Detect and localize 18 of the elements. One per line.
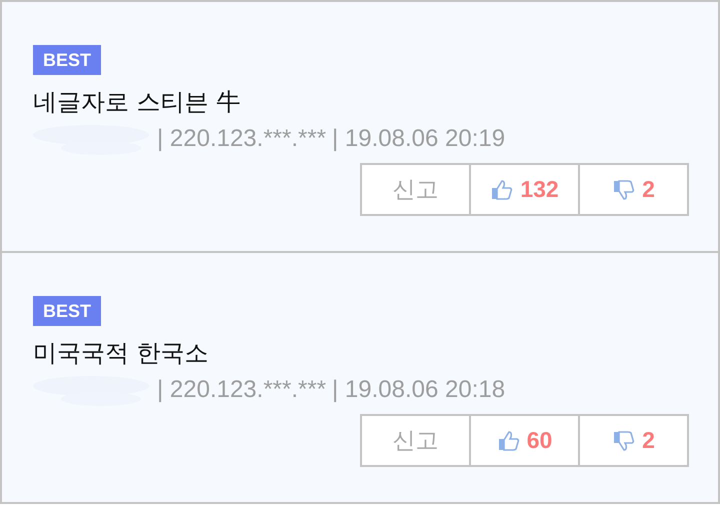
thumbs-up-icon <box>490 178 514 202</box>
timestamp: | 19.08.06 20:18 <box>332 376 506 404</box>
thumbs-down-icon <box>612 178 636 202</box>
like-button[interactable]: 60 <box>469 414 580 467</box>
comment-text: 미국국적 한국소 <box>33 338 210 368</box>
ip-address: | 220.123.***.*** <box>157 125 326 153</box>
best-badge: BEST <box>33 45 102 75</box>
comment-text: 네글자로 스티븐 牛 <box>33 87 242 117</box>
best-badge: BEST <box>33 296 102 326</box>
ip-address: | 220.123.***.*** <box>157 376 326 404</box>
report-button[interactable]: 신고 <box>360 163 471 216</box>
thumbs-up-icon <box>496 428 521 452</box>
dislike-button[interactable]: 2 <box>578 163 689 216</box>
thumbs-down-icon <box>612 428 636 452</box>
dislike-button[interactable]: 2 <box>578 414 689 467</box>
like-button[interactable]: 132 <box>469 163 580 216</box>
report-button[interactable]: 신고 <box>360 414 471 467</box>
timestamp: | 19.08.06 20:19 <box>332 125 506 153</box>
